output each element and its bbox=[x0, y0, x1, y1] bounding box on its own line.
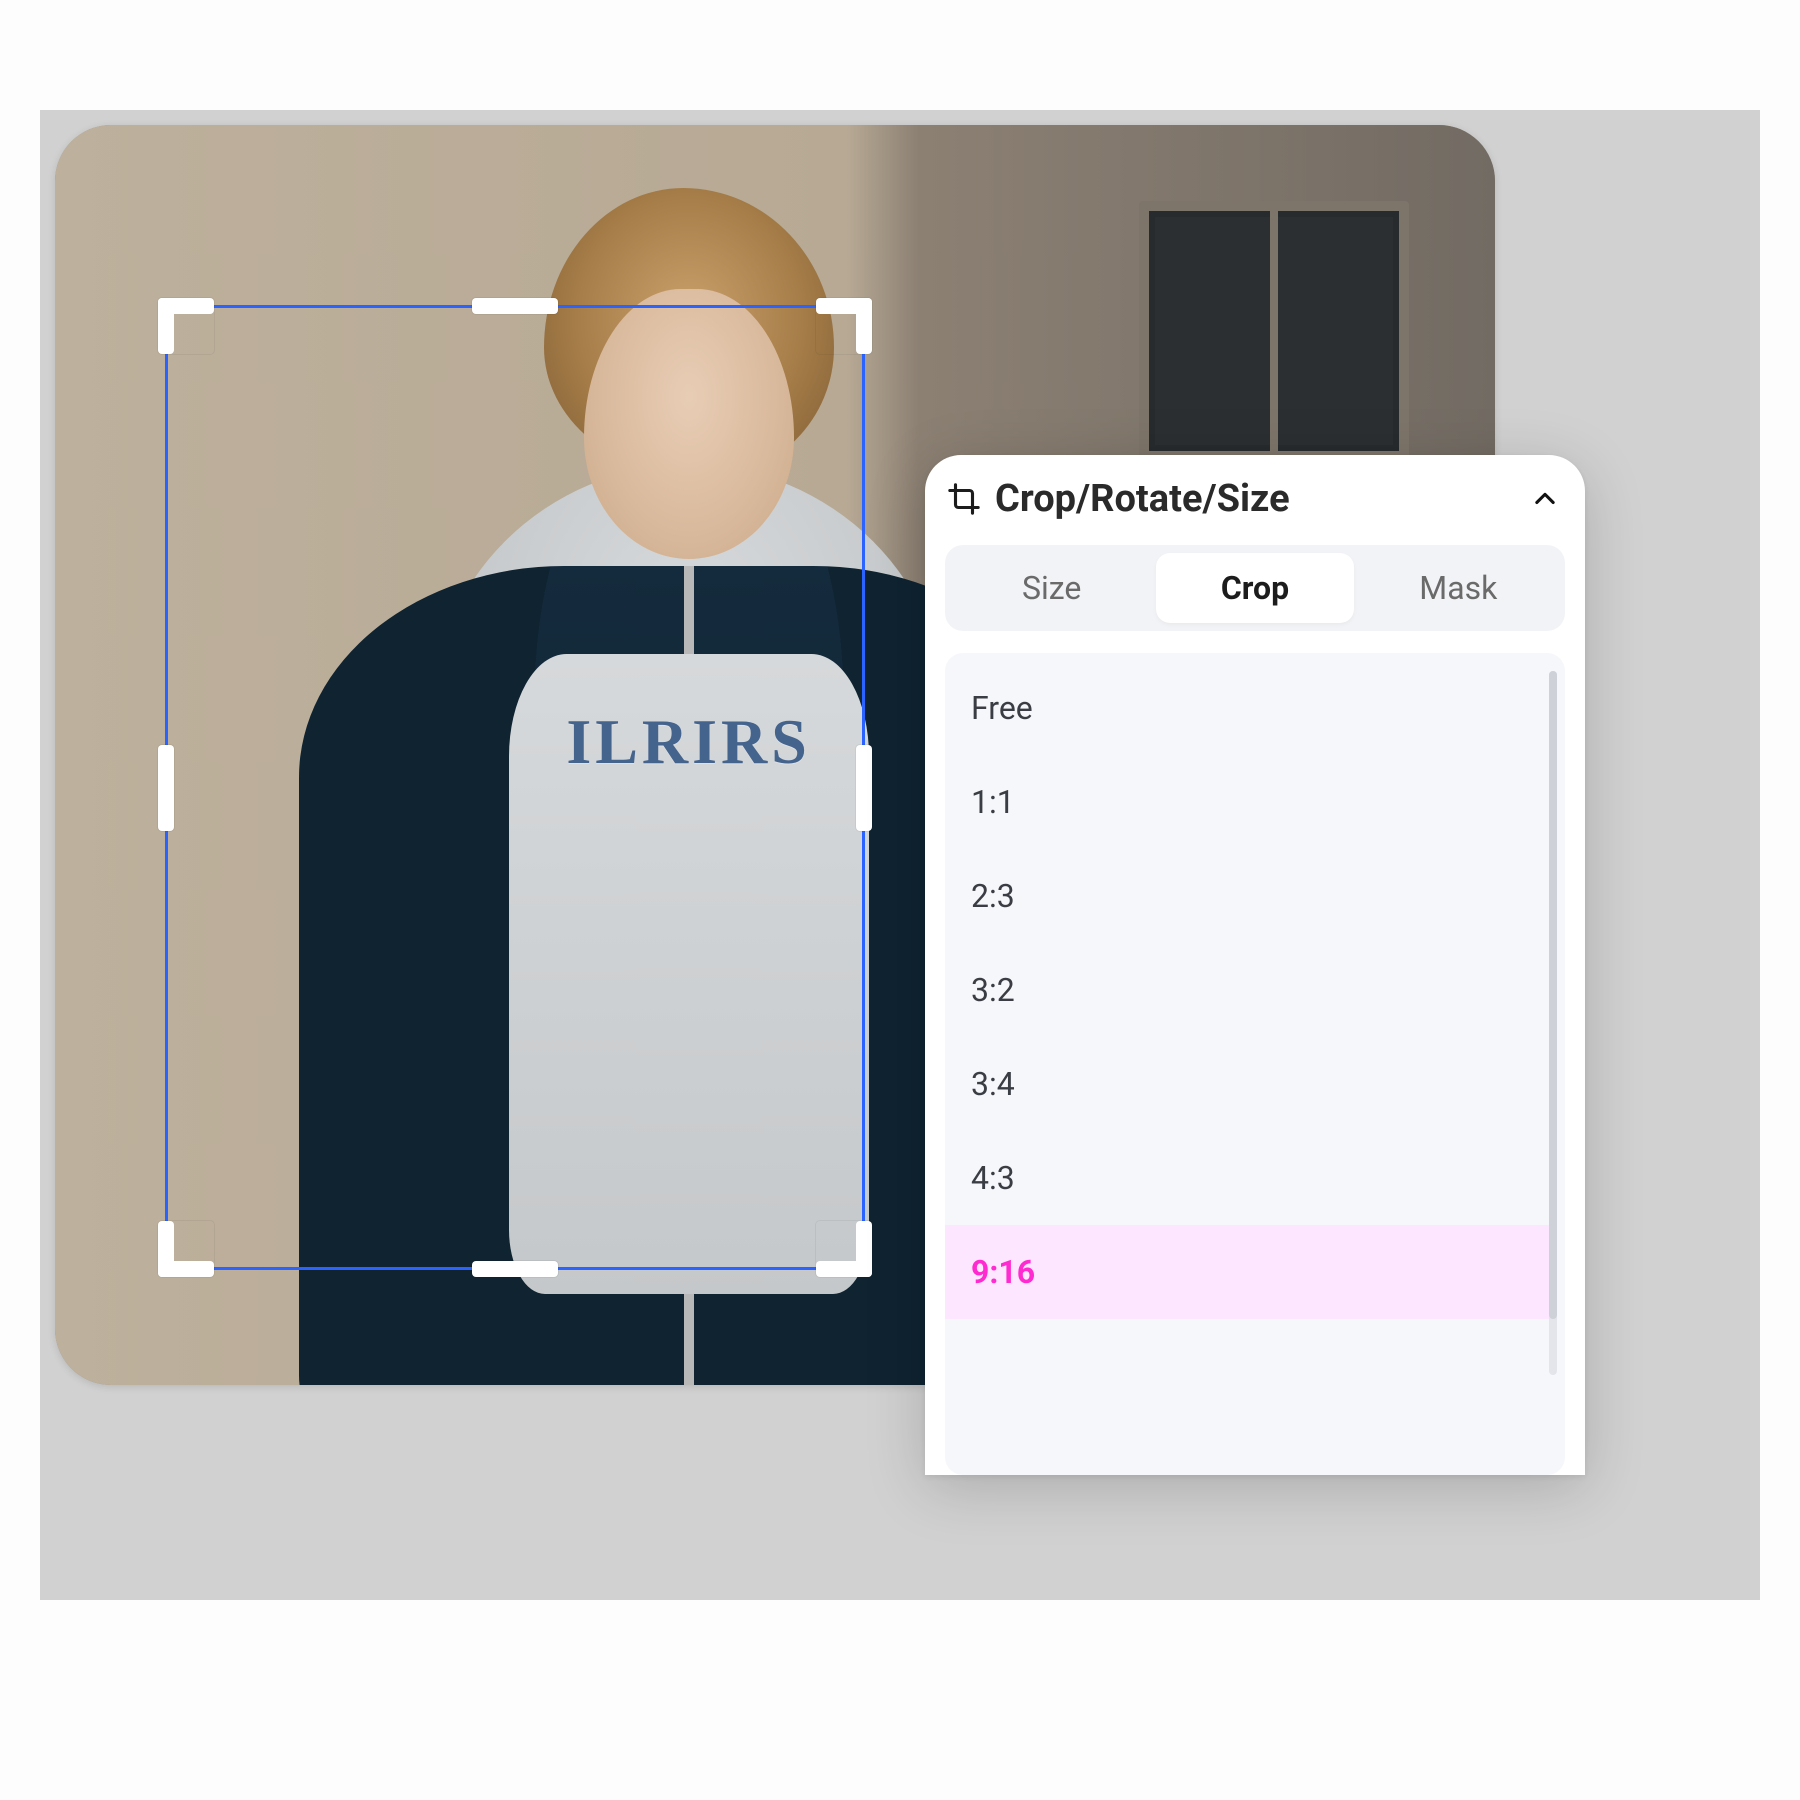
aspect-option-more[interactable] bbox=[945, 1319, 1549, 1353]
aspect-option-3-4[interactable]: 3:4 bbox=[945, 1037, 1549, 1131]
crop-handle-bottom[interactable] bbox=[472, 1261, 558, 1277]
collapse-chevron-icon[interactable] bbox=[1531, 485, 1559, 513]
crop-handle-right[interactable] bbox=[856, 745, 872, 831]
aspect-option-3-2[interactable]: 3:2 bbox=[945, 943, 1549, 1037]
crop-handle-bottom-right[interactable] bbox=[816, 1221, 872, 1277]
crop-icon bbox=[947, 482, 981, 516]
crop-handle-top-left[interactable] bbox=[158, 298, 214, 354]
crop-handle-top-right[interactable] bbox=[816, 298, 872, 354]
tab-crop[interactable]: Crop bbox=[1156, 553, 1353, 623]
crop-rotate-size-panel: Crop/Rotate/Size Size Crop Mask Free 1:1… bbox=[925, 455, 1585, 1475]
crop-handle-top[interactable] bbox=[472, 298, 558, 314]
crop-handle-left[interactable] bbox=[158, 745, 174, 831]
options-scrollbar-thumb[interactable] bbox=[1549, 671, 1557, 1319]
options-scrollbar[interactable] bbox=[1549, 671, 1557, 1375]
crop-aspect-options: Free 1:1 2:3 3:2 3:4 4:3 9:16 bbox=[945, 653, 1565, 1475]
aspect-option-1-1[interactable]: 1:1 bbox=[945, 755, 1549, 849]
panel-tabs: Size Crop Mask bbox=[945, 545, 1565, 631]
panel-header[interactable]: Crop/Rotate/Size bbox=[925, 455, 1585, 531]
aspect-option-2-3[interactable]: 2:3 bbox=[945, 849, 1549, 943]
crop-handle-bottom-left[interactable] bbox=[158, 1221, 214, 1277]
panel-title: Crop/Rotate/Size bbox=[995, 477, 1290, 521]
tab-mask[interactable]: Mask bbox=[1360, 553, 1557, 623]
aspect-option-9-16[interactable]: 9:16 bbox=[945, 1225, 1549, 1319]
options-scroll[interactable]: Free 1:1 2:3 3:2 3:4 4:3 9:16 bbox=[945, 653, 1549, 1475]
crop-selection[interactable] bbox=[165, 305, 865, 1270]
tab-size[interactable]: Size bbox=[953, 553, 1150, 623]
aspect-option-free[interactable]: Free bbox=[945, 661, 1549, 755]
aspect-option-4-3[interactable]: 4:3 bbox=[945, 1131, 1549, 1225]
editor-canvas: ILRIRS bbox=[40, 110, 1760, 1600]
page-chrome-top bbox=[0, 0, 1800, 110]
